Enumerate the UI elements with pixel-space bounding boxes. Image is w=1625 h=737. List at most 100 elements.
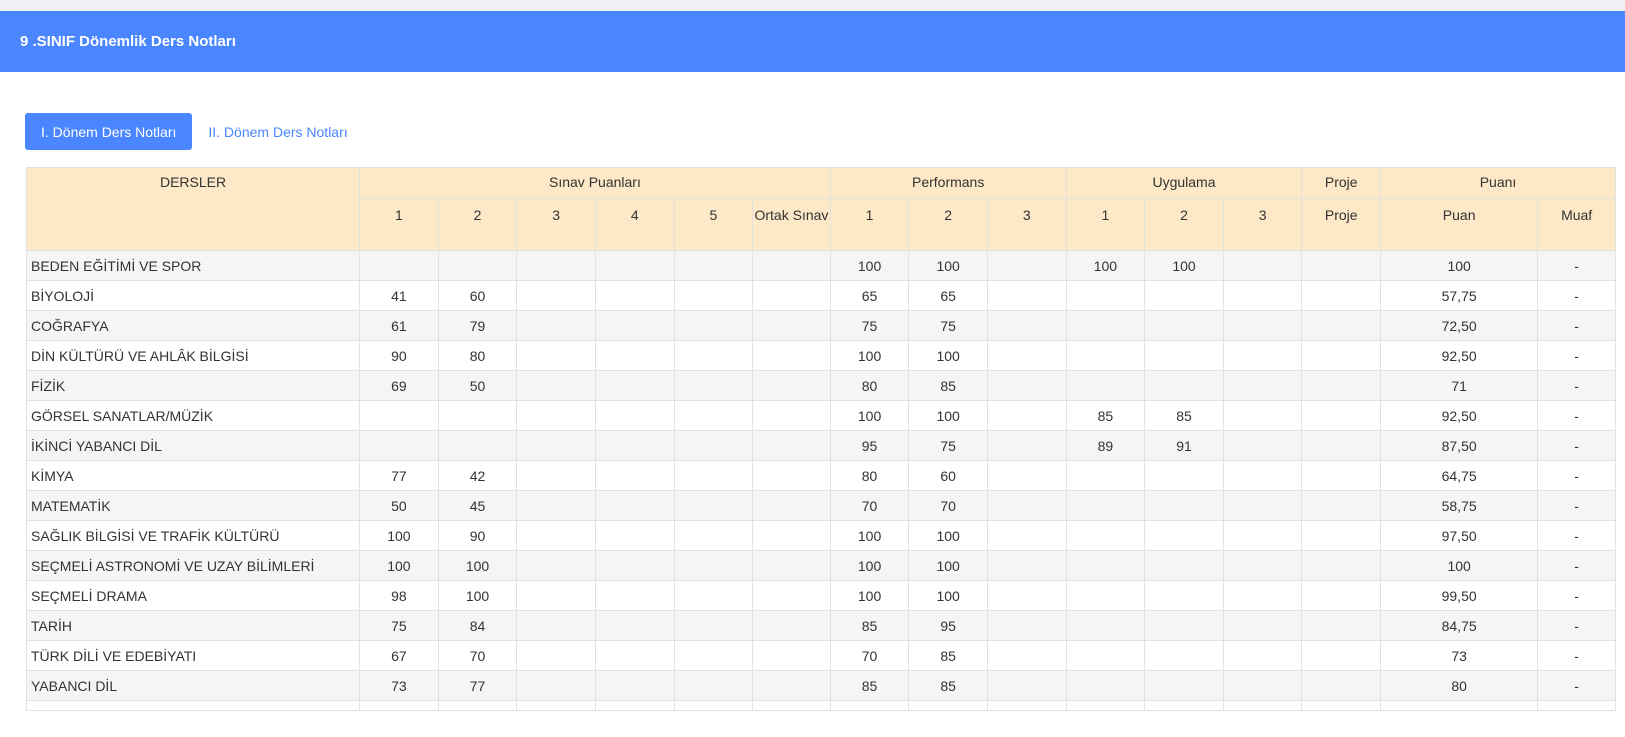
cell-exam-1: 100 [359, 550, 439, 581]
header-practice-1: 1 [1065, 198, 1146, 251]
header-practice: Uygulama [1065, 167, 1303, 199]
table-row: DİN KÜLTÜRÜ VE AHLÂK BİLGİSİ 90 80 100 100 92… [26, 340, 1616, 371]
cell-exam-1: 50 [359, 490, 439, 521]
course-name-cell: İKİNCİ YABANCI DİL [26, 430, 361, 461]
cell-exam-1 [359, 430, 439, 461]
cell-practice-1 [1065, 640, 1146, 671]
cell-exam-3 [516, 610, 596, 641]
table-header: DERSLER Sınav Puanları Performans Uygula… [26, 167, 1616, 251]
cell-exam-4 [594, 460, 675, 491]
cell-performance-1: 80 [829, 370, 910, 401]
cell-exempt: - [1537, 520, 1616, 551]
tab-first-term[interactable]: I. Dönem Ders Notları [25, 113, 193, 150]
cell-exam-1: 90 [359, 340, 439, 371]
cell-performance-1: 100 [829, 520, 910, 551]
cell-exam-2: 84 [437, 610, 518, 641]
cell-practice-2 [1144, 610, 1224, 641]
cell-practice-3 [1222, 460, 1303, 491]
cell-exam-3 [516, 490, 596, 521]
table-row: TARİH 75 84 85 95 84,75- [26, 610, 1616, 641]
cell-exam-2: 90 [437, 520, 518, 551]
cell-exam-3 [516, 430, 596, 461]
cell-practice-2: 100 [1144, 250, 1224, 281]
cell-performance-1: 75 [829, 310, 910, 341]
cell-practice-2 [1144, 580, 1224, 611]
cell-practice-2 [1144, 490, 1224, 521]
cell-practice-2 [1144, 340, 1224, 371]
cell-practice-1 [1065, 550, 1146, 581]
cell-exam-5 [673, 250, 754, 281]
cell-performance-3 [986, 670, 1067, 701]
course-name-cell: SEÇMELİ ASTRONOMİ VE UZAY BİLİMLERİ [26, 550, 361, 581]
course-name-cell: SEÇMELİ DRAMA [26, 580, 361, 611]
empty-cell [594, 700, 675, 711]
table-row: YABANCI DİL 73 77 85 85 80- [26, 670, 1616, 701]
header-performance-3: 3 [986, 198, 1067, 251]
cell-exam-1: 41 [359, 280, 439, 311]
header-project-group: Proje [1301, 167, 1382, 199]
cell-practice-1 [1065, 610, 1146, 641]
cell-practice-3 [1222, 250, 1303, 281]
cell-score: 97,50 [1380, 520, 1539, 551]
cell-exam-2: 50 [437, 370, 518, 401]
cell-exam-common [752, 250, 831, 281]
cell-exempt: - [1537, 250, 1616, 281]
cell-practice-1 [1065, 490, 1146, 521]
cell-exam-common [752, 640, 831, 671]
cell-practice-3 [1222, 340, 1303, 371]
cell-project [1301, 430, 1382, 461]
cell-practice-3 [1222, 370, 1303, 401]
cell-performance-3 [986, 370, 1067, 401]
cell-performance-2: 60 [908, 460, 988, 491]
table-body: BEDEN EĞİTİMİ VE SPOR 100 100 100 100 100- BİY… [26, 250, 1616, 711]
cell-exam-4 [594, 520, 675, 551]
tab-second-term[interactable]: II. Dönem Ders Notları [192, 113, 363, 150]
cell-exempt: - [1537, 400, 1616, 431]
cell-practice-2 [1144, 280, 1224, 311]
cell-exempt: - [1537, 670, 1616, 701]
cell-practice-1 [1065, 370, 1146, 401]
cell-exam-common [752, 580, 831, 611]
header-performance-1: 1 [829, 198, 910, 251]
cell-exam-3 [516, 250, 596, 281]
cell-exam-5 [673, 490, 754, 521]
cell-practice-3 [1222, 400, 1303, 431]
cell-exam-2 [437, 430, 518, 461]
empty-cell [1301, 700, 1382, 711]
cell-exam-2: 42 [437, 460, 518, 491]
header-score: Puan [1380, 198, 1539, 251]
cell-score: 92,50 [1380, 400, 1539, 431]
cell-exam-1 [359, 400, 439, 431]
cell-performance-3 [986, 310, 1067, 341]
cell-performance-3 [986, 250, 1067, 281]
course-name-cell: BİYOLOJİ [26, 280, 361, 311]
header-exam-1: 1 [359, 198, 439, 251]
cell-exam-5 [673, 580, 754, 611]
cell-exempt: - [1537, 550, 1616, 581]
cell-score: 80 [1380, 670, 1539, 701]
cell-exam-4 [594, 280, 675, 311]
cell-practice-2 [1144, 370, 1224, 401]
cell-exam-common [752, 520, 831, 551]
cell-performance-1: 85 [829, 670, 910, 701]
cell-project [1301, 670, 1382, 701]
cell-exempt: - [1537, 490, 1616, 521]
cell-project [1301, 490, 1382, 521]
cell-score: 100 [1380, 550, 1539, 581]
table-row: COĞRAFYA 61 79 75 75 72,50- [26, 310, 1616, 341]
cell-exam-3 [516, 550, 596, 581]
cell-exam-2: 60 [437, 280, 518, 311]
cell-exam-3 [516, 400, 596, 431]
table-row: FİZİK 69 50 80 85 71- [26, 370, 1616, 401]
empty-cell [1537, 700, 1616, 711]
empty-cell [359, 700, 439, 711]
table-row: BEDEN EĞİTİMİ VE SPOR 100 100 100 100 100- [26, 250, 1616, 281]
course-name-cell: MATEMATİK [26, 490, 361, 521]
cell-performance-3 [986, 460, 1067, 491]
cell-exam-3 [516, 310, 596, 341]
cell-performance-1: 85 [829, 610, 910, 641]
cell-exempt: - [1537, 370, 1616, 401]
cell-practice-3 [1222, 280, 1303, 311]
grades-table-container: DERSLER Sınav Puanları Performans Uygula… [26, 167, 1616, 711]
cell-performance-2: 75 [908, 430, 988, 461]
